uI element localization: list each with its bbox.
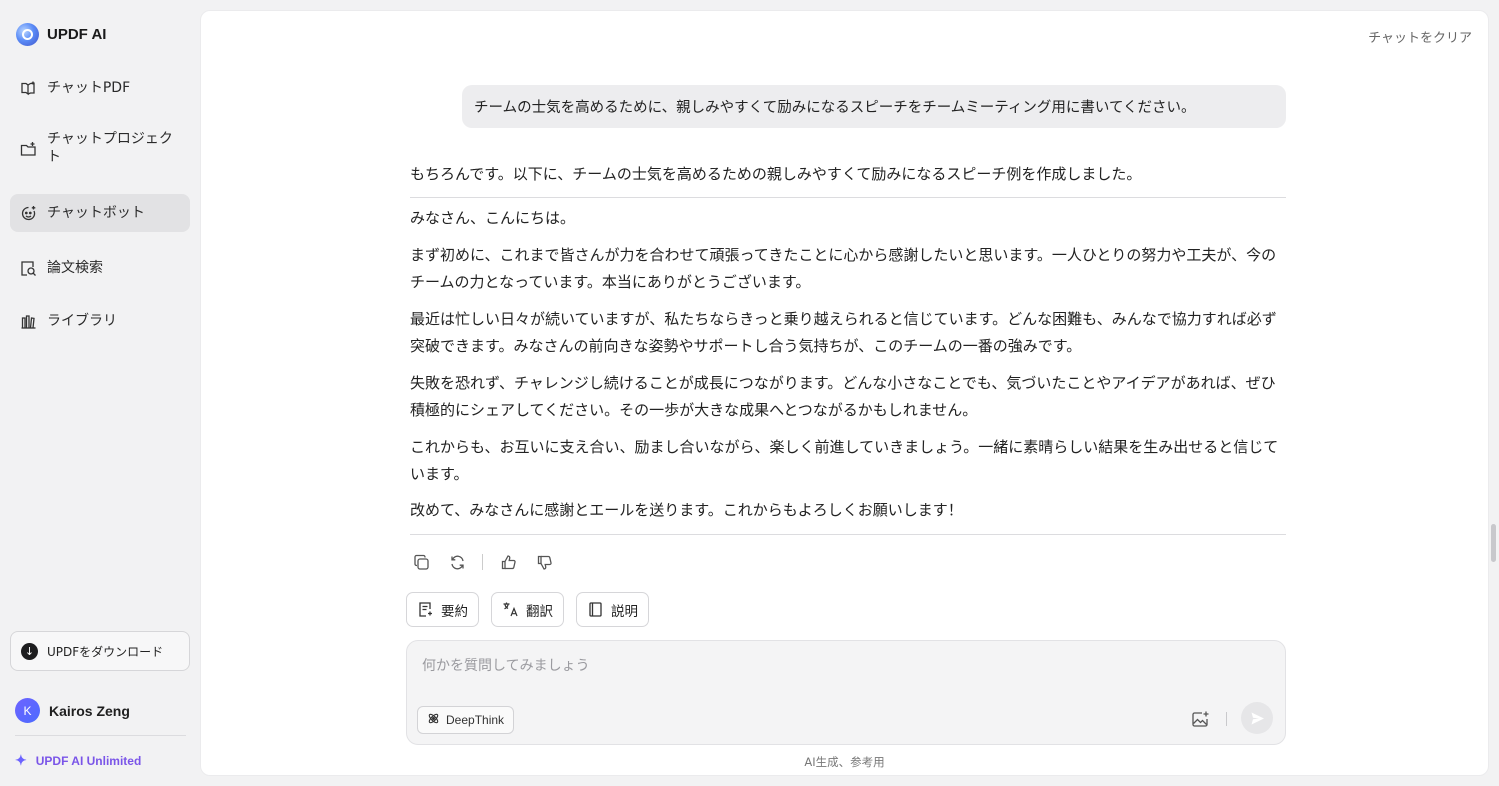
quick-action-chips: 要約 翻訳 説明	[406, 592, 649, 627]
ai-disclaimer: AI生成、参考用	[804, 755, 885, 769]
user-profile[interactable]: K Kairos Zeng	[15, 698, 130, 723]
download-icon: ↓	[21, 642, 38, 660]
sidebar-item-label: チャットボット	[47, 205, 145, 221]
thumbs-up-icon[interactable]	[497, 551, 519, 573]
answer-paragraph: まず初めに、これまで皆さんが力を合わせて頑張ってきたことに心から感謝したいと思い…	[410, 246, 1277, 291]
chat-pdf-icon	[20, 80, 37, 97]
send-icon	[1251, 712, 1264, 724]
book-icon	[587, 601, 604, 618]
sidebar-item-label: 論文検索	[47, 260, 103, 276]
summary-button[interactable]: 要約	[406, 592, 479, 627]
plan-label: UPDF AI Unlimited	[35, 753, 142, 768]
answer-actions	[410, 551, 555, 573]
send-button[interactable]	[1241, 702, 1273, 734]
summary-icon	[417, 601, 434, 618]
thumbs-down-icon[interactable]	[533, 551, 555, 573]
sparkle-icon: ✦	[15, 752, 27, 768]
explain-label: 説明	[611, 603, 638, 620]
answer-divider-top	[410, 197, 1286, 198]
translate-icon	[502, 601, 519, 618]
sidebar-item-label: チャットPDF	[47, 80, 131, 96]
sidebar-item-label: チャットプロジェクト	[47, 131, 173, 165]
answer-paragraph: 失敗を恐れず、チャレンジし続けることが成長につながります。どんな小さなことでも、…	[410, 374, 1276, 419]
atom-icon	[427, 712, 440, 728]
library-icon	[20, 313, 37, 330]
deepthink-label: DeepThink	[446, 713, 505, 727]
answer-paragraph: 改めて、みなさんに感謝とエールを送ります。これからもよろしくお願いします！	[410, 501, 963, 519]
scrollbar-thumb[interactable]	[1491, 524, 1496, 562]
deepthink-toggle[interactable]: DeepThink	[417, 706, 515, 734]
question-input[interactable]	[422, 655, 1242, 677]
paper-search-icon	[20, 260, 37, 277]
user-message-bubble: チームの士気を高めるために、親しみやすくて励みになるスピーチをチームミーティング…	[462, 85, 1286, 128]
brand[interactable]: UPDF AI	[16, 22, 106, 46]
updf-logo-icon	[16, 22, 39, 46]
download-label: UPDFをダウンロード	[47, 644, 164, 659]
sidebar-item-library[interactable]: ライブラリ	[10, 309, 190, 333]
sidebar-item-chat-project[interactable]: チャットプロジェクト	[10, 130, 190, 168]
divider	[482, 554, 483, 570]
composer: DeepThink	[406, 640, 1286, 745]
bot-icon	[20, 205, 37, 222]
sidebar: UPDF AI チャットPDF チャットプロジェクト チャットボット 論文検索 …	[0, 0, 200, 786]
divider	[15, 735, 186, 736]
sidebar-item-paper-search[interactable]: 論文検索	[10, 256, 190, 280]
plan-link[interactable]: ✦ UPDF AI Unlimited	[15, 752, 141, 769]
answer-paragraph: 最近は忙しい日々が続いていますが、私たちならきっと乗り越えられると信じています。…	[410, 310, 1277, 355]
brand-name: UPDF AI	[47, 25, 107, 43]
answer-intro: もちろんです。以下に、チームの士気を高めるための親しみやすくて励みになるスピーチ…	[410, 165, 1142, 183]
translate-label: 翻訳	[526, 603, 553, 620]
clear-chat-button[interactable]: チャットをクリア	[1368, 27, 1472, 46]
image-upload-icon[interactable]	[1189, 708, 1211, 730]
download-updf-button[interactable]: ↓ UPDFをダウンロード	[10, 631, 190, 671]
avatar: K	[15, 698, 40, 723]
divider	[1226, 712, 1227, 726]
sidebar-item-chatbot[interactable]: チャットボット	[10, 194, 190, 232]
answer-paragraph: みなさん、こんにちは。	[410, 209, 576, 227]
translate-button[interactable]: 翻訳	[491, 592, 564, 627]
answer-paragraph: これからも、お互いに支え合い、励まし合いながら、楽しく前進していきましょう。一緒…	[410, 438, 1279, 483]
chat-panel: チャットをクリア チームの士気を高めるために、親しみやすくて励みになるスピーチを…	[200, 10, 1489, 776]
summary-label: 要約	[441, 603, 468, 620]
user-name: Kairos Zeng	[49, 702, 130, 719]
user-message-text: チームの士気を高めるために、親しみやすくて励みになるスピーチをチームミーティング…	[474, 100, 1196, 116]
regenerate-icon[interactable]	[446, 551, 468, 573]
explain-button[interactable]: 説明	[576, 592, 649, 627]
answer-divider-bottom	[410, 534, 1286, 535]
sidebar-item-chat-pdf[interactable]: チャットPDF	[10, 76, 190, 100]
sidebar-item-label: ライブラリ	[47, 313, 117, 329]
copy-icon[interactable]	[410, 551, 432, 573]
folder-plus-icon	[20, 141, 37, 158]
